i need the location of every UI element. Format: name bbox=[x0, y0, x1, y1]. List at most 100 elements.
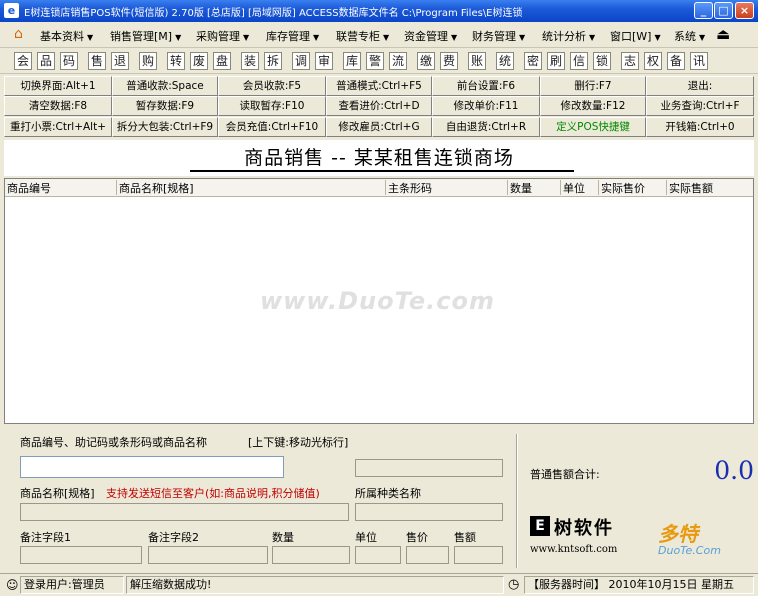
purchase-icon[interactable]: 购 bbox=[139, 52, 157, 70]
delete-row-button[interactable]: 删行:F7 bbox=[540, 76, 646, 96]
menu-finance[interactable]: 财务管理 ▼ bbox=[472, 28, 525, 44]
audit-icon[interactable]: 审 bbox=[315, 52, 333, 70]
close-button[interactable]: × bbox=[735, 2, 754, 19]
search-input[interactable] bbox=[20, 456, 284, 478]
icon-toolbar: 会 品 码 售 退 购 转 废 盘 装 拆 调 审 库 警 流 缴 费 账 统 … bbox=[0, 48, 758, 74]
business-query-button[interactable]: 业务查询:Ctrl+F bbox=[646, 96, 754, 116]
amount-field bbox=[454, 546, 503, 564]
window-title: E树连锁店销售POS软件(短信版) 2.70版 [总店版] [局域网版] ACC… bbox=[24, 8, 523, 19]
permission-icon[interactable]: 权 bbox=[644, 52, 662, 70]
sell-icon[interactable]: 售 bbox=[88, 52, 106, 70]
aux-field bbox=[355, 459, 503, 477]
col-product-name[interactable]: 商品名称[规格] bbox=[117, 180, 386, 195]
alert-icon[interactable]: 警 bbox=[366, 52, 384, 70]
menu-funds[interactable]: 资金管理 ▼ bbox=[404, 28, 457, 44]
normal-mode-button[interactable]: 普通模式:Ctrl+F5 bbox=[326, 76, 432, 96]
member-recharge-button[interactable]: 会员充值:Ctrl+F10 bbox=[218, 117, 326, 137]
name-label: 商品名称[规格] bbox=[20, 487, 95, 500]
menu-sales[interactable]: 销售管理[M] ▼ bbox=[110, 28, 181, 44]
reprint-receipt-button[interactable]: 重打小票:Ctrl+Alt+ bbox=[4, 117, 112, 137]
view-cost-button[interactable]: 查看进价:Ctrl+D bbox=[326, 96, 432, 116]
normal-checkout-button[interactable]: 普通收款:Space bbox=[112, 76, 218, 96]
message-icon[interactable]: 讯 bbox=[690, 52, 708, 70]
logo-mark: E bbox=[530, 516, 550, 536]
col-unit[interactable]: 单位 bbox=[561, 180, 599, 195]
sms-note: 支持发送短信至客户(如:商品说明,积分储值) bbox=[106, 487, 320, 500]
account-icon[interactable]: 账 bbox=[468, 52, 486, 70]
search-label: 商品编号、助记码或条形码或商品名称 bbox=[20, 436, 207, 449]
status-user: 登录用户:管理员 bbox=[20, 576, 124, 594]
code-icon[interactable]: 码 bbox=[60, 52, 78, 70]
sales-grid[interactable]: 商品编号 商品名称[规格] 主条形码 数量 单位 实际售价 实际售额 www.D… bbox=[4, 178, 754, 424]
disassemble-icon[interactable]: 拆 bbox=[264, 52, 282, 70]
menu-inventory[interactable]: 库存管理 ▼ bbox=[266, 28, 319, 44]
menu-window[interactable]: 窗口[W] ▼ bbox=[610, 28, 661, 44]
recall-hold-button[interactable]: 读取暂存:F10 bbox=[218, 96, 326, 116]
transfer-icon[interactable]: 转 bbox=[167, 52, 185, 70]
total-value: 0.0 bbox=[714, 456, 754, 485]
price-label: 售价 bbox=[406, 531, 428, 544]
menu-statistics[interactable]: 统计分析 ▼ bbox=[542, 28, 595, 44]
return-icon[interactable]: 退 bbox=[111, 52, 129, 70]
grid-header: 商品编号 商品名称[规格] 主条形码 数量 单位 实际售价 实际售额 bbox=[5, 179, 753, 197]
stocktake-icon[interactable]: 盘 bbox=[213, 52, 231, 70]
menu-purchase[interactable]: 采购管理 ▼ bbox=[196, 28, 249, 44]
payment-icon[interactable]: 缴 bbox=[417, 52, 435, 70]
clock-icon: ◷ bbox=[508, 577, 520, 592]
password-icon[interactable]: 密 bbox=[524, 52, 542, 70]
col-quantity[interactable]: 数量 bbox=[508, 180, 561, 195]
user-icon: ☺ bbox=[6, 578, 19, 592]
edit-employee-button[interactable]: 修改雇员:Ctrl+G bbox=[326, 117, 432, 137]
hold-data-button[interactable]: 暂存数据:F9 bbox=[112, 96, 218, 116]
menu-system[interactable]: 系统 ▼ bbox=[674, 28, 705, 44]
minimize-button[interactable]: _ bbox=[694, 2, 713, 19]
edit-price-button[interactable]: 修改单价:F11 bbox=[432, 96, 540, 116]
title-underline bbox=[190, 170, 574, 172]
duote-logo: 多特 bbox=[658, 522, 698, 546]
member-icon[interactable]: 会 bbox=[14, 52, 32, 70]
front-settings-button[interactable]: 前台设置:F6 bbox=[432, 76, 540, 96]
exit-button[interactable]: 退出: bbox=[646, 76, 754, 96]
log-icon[interactable]: 志 bbox=[621, 52, 639, 70]
status-bar: ☺ 登录用户:管理员 解压缩数据成功! ◷ 【服务器时间】 2010年10月15… bbox=[0, 573, 758, 596]
adjust-icon[interactable]: 调 bbox=[292, 52, 310, 70]
sms-icon[interactable]: 信 bbox=[570, 52, 588, 70]
fee-icon[interactable]: 费 bbox=[440, 52, 458, 70]
refresh-icon[interactable]: 刷 bbox=[547, 52, 565, 70]
title-bar: e E树连锁店销售POS软件(短信版) 2.70版 [总店版] [局域网版] A… bbox=[0, 0, 758, 22]
free-return-button[interactable]: 自由退货:Ctrl+R bbox=[432, 117, 540, 137]
col-barcode[interactable]: 主条形码 bbox=[386, 180, 508, 195]
menu-counter[interactable]: 联营专柜 ▼ bbox=[336, 28, 389, 44]
col-actual-price[interactable]: 实际售价 bbox=[599, 180, 667, 195]
logo-name: 树软件 bbox=[554, 518, 614, 539]
warehouse-icon[interactable]: 库 bbox=[343, 52, 361, 70]
open-cash-drawer-button[interactable]: 开钱箱:Ctrl+0 bbox=[646, 117, 754, 137]
watermark: www.DuoTe.com bbox=[260, 287, 495, 315]
menu-basic-data[interactable]: 基本资料 ▼ bbox=[40, 28, 93, 44]
col-actual-amount[interactable]: 实际售额 bbox=[667, 180, 753, 195]
maximize-button[interactable]: □ bbox=[714, 2, 733, 19]
split-package-button[interactable]: 拆分大包装:Ctrl+F9 bbox=[112, 117, 218, 137]
assemble-icon[interactable]: 装 bbox=[241, 52, 259, 70]
backup-icon[interactable]: 备 bbox=[667, 52, 685, 70]
clear-data-button[interactable]: 清空数据:F8 bbox=[4, 96, 112, 116]
col-product-code[interactable]: 商品编号 bbox=[5, 180, 117, 195]
logo-area: E 树软件 www.kntsoft.com 多特 DuoTe.Com bbox=[528, 516, 754, 564]
switch-view-button[interactable]: 切换界面:Alt+1 bbox=[4, 76, 112, 96]
home-icon[interactable]: ⌂ bbox=[14, 26, 30, 42]
remark1-label: 备注字段1 bbox=[20, 531, 71, 544]
edit-quantity-button[interactable]: 修改数量:F12 bbox=[540, 96, 646, 116]
panel-divider bbox=[516, 434, 518, 568]
member-checkout-button[interactable]: 会员收款:F5 bbox=[218, 76, 326, 96]
lock-icon[interactable]: 锁 bbox=[593, 52, 611, 70]
flow-icon[interactable]: 流 bbox=[389, 52, 407, 70]
exit-icon[interactable]: ⏏ bbox=[716, 25, 730, 43]
price-field bbox=[406, 546, 449, 564]
define-shortcuts-button[interactable]: 定义POS快捷键 bbox=[540, 117, 646, 137]
qty-label: 数量 bbox=[272, 531, 294, 544]
remark1-field bbox=[20, 546, 142, 564]
logo-url: www.kntsoft.com bbox=[530, 544, 618, 555]
scrap-icon[interactable]: 废 bbox=[190, 52, 208, 70]
product-icon[interactable]: 品 bbox=[37, 52, 55, 70]
statistics-icon[interactable]: 统 bbox=[496, 52, 514, 70]
